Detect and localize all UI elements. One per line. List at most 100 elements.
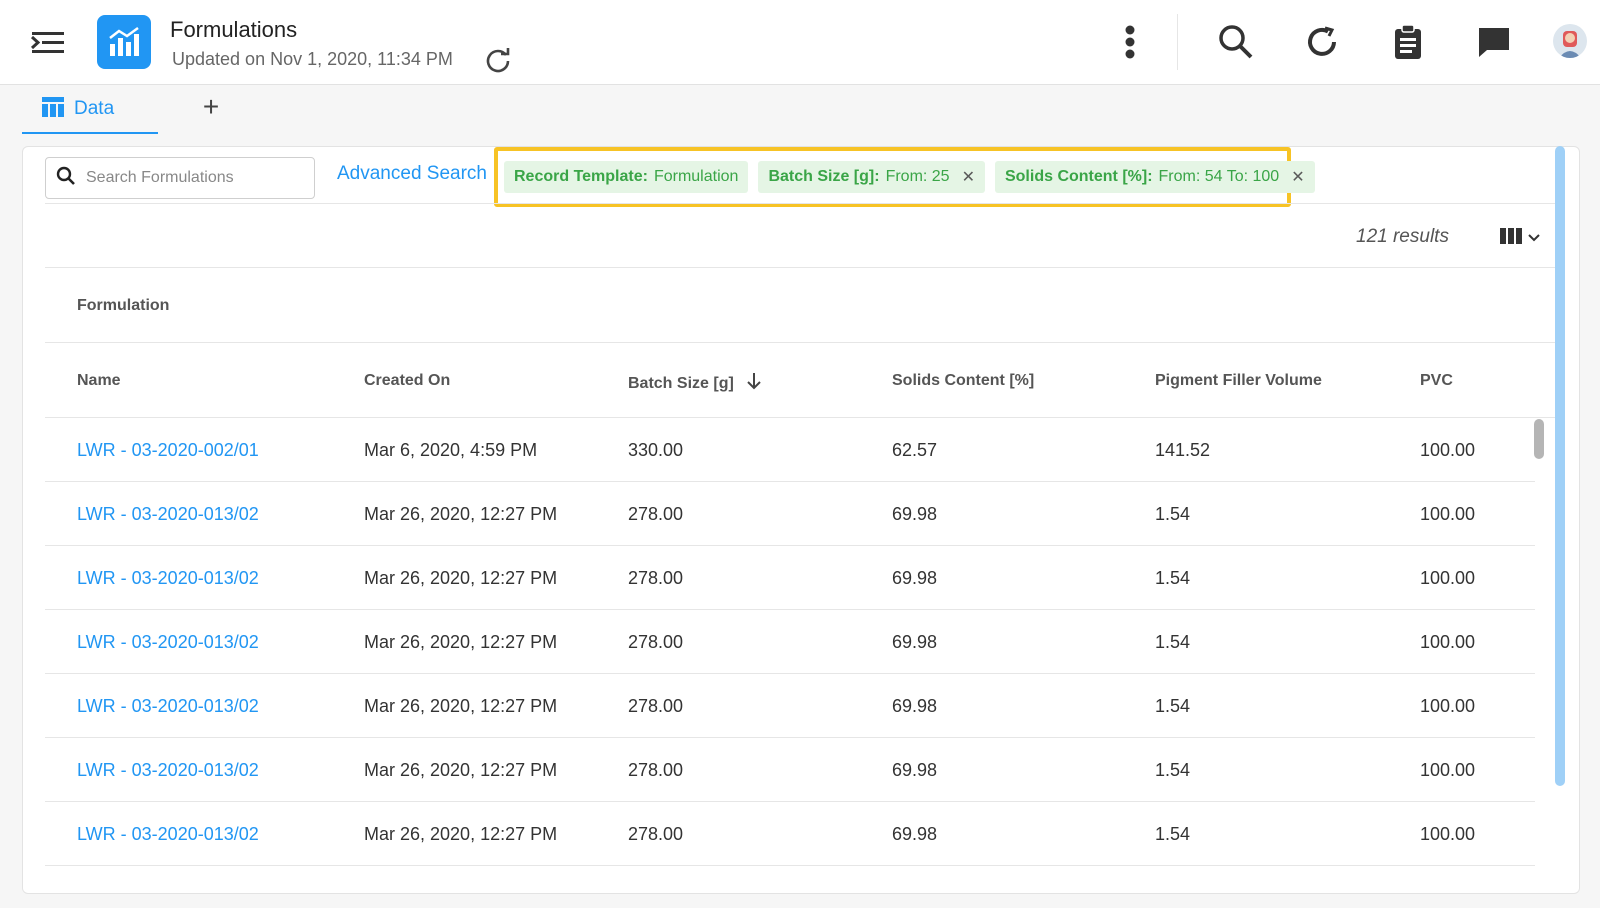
column-header-batch-size[interactable]: Batch Size [g] (628, 372, 762, 395)
column-header-pvc[interactable]: PVC (1420, 372, 1453, 390)
divider (45, 203, 1556, 204)
advanced-search-link[interactable]: Advanced Search (337, 163, 487, 185)
table-icon (42, 96, 64, 122)
solids-content-cell: 69.98 (892, 696, 938, 716)
solids-content-cell: 69.98 (892, 568, 938, 588)
chat-icon[interactable] (1472, 20, 1516, 64)
search-field[interactable] (45, 157, 315, 199)
filter-chip-value: From: 25 (885, 168, 950, 185)
formulation-name-link[interactable]: LWR - 03-2020-013/02 (77, 696, 259, 717)
solids-content-cell: 69.98 (892, 632, 938, 652)
filter-chip-key: Record Template: (514, 168, 648, 185)
column-header-solids-content[interactable]: Solids Content [%] (892, 372, 1034, 390)
page-scrollbar[interactable] (1555, 146, 1565, 786)
app-header: Formulations Updated on Nov 1, 2020, 11:… (0, 0, 1600, 85)
filter-chip-value: Formulation (653, 168, 739, 185)
divider (45, 342, 1556, 343)
batch-size-cell: 278.00 (628, 824, 684, 844)
filter-chip-batch-size[interactable]: Batch Size [g]: From: 25 ✕ (758, 161, 985, 193)
batch-size-cell: 278.00 (628, 696, 684, 716)
column-header-name[interactable]: Name (77, 372, 121, 390)
created-on-cell: Mar 26, 2020, 12:27 PM (364, 696, 558, 716)
formulation-name-link[interactable]: LWR - 03-2020-013/02 (77, 760, 259, 781)
last-updated-text: Updated on Nov 1, 2020, 11:34 PM (172, 49, 453, 69)
formulation-name-link[interactable]: LWR - 03-2020-002/01 (77, 440, 259, 461)
pvc-cell: 100.00 (1420, 440, 1476, 460)
search-icon (56, 166, 76, 191)
filter-chip-value: From: 54 To: 100 (1158, 168, 1280, 185)
clipboard-icon[interactable] (1386, 20, 1430, 64)
results-count: 121 results (1356, 226, 1449, 247)
pigment-filler-volume-cell: 141.52 (1155, 440, 1211, 460)
sync-icon[interactable] (1300, 20, 1344, 64)
page-title: Formulations (170, 17, 298, 42)
solids-content-cell: 69.98 (892, 824, 938, 844)
menu-icon[interactable] (28, 26, 68, 60)
solids-content-cell: 69.98 (892, 760, 938, 780)
batch-size-cell: 330.00 (628, 440, 684, 460)
filter-chip-record-template[interactable]: Record Template: Formulation (504, 161, 749, 193)
batch-size-cell: 278.00 (628, 760, 684, 780)
formulation-name-link[interactable]: LWR - 03-2020-013/02 (77, 568, 259, 589)
plus-icon[interactable]: + (196, 92, 226, 122)
more-vert-icon[interactable] (1108, 20, 1152, 64)
divider (45, 267, 1556, 268)
pigment-filler-volume-cell: 1.54 (1155, 504, 1191, 524)
created-on-cell: Mar 26, 2020, 12:27 PM (364, 632, 558, 652)
created-on-cell: Mar 26, 2020, 12:27 PM (364, 824, 558, 844)
pigment-filler-volume-cell: 1.54 (1155, 760, 1191, 780)
column-header-created-on[interactable]: Created On (364, 372, 450, 390)
solids-content-cell: 62.57 (892, 440, 938, 460)
pvc-cell: 100.00 (1420, 760, 1476, 780)
pigment-filler-volume-cell: 1.54 (1155, 632, 1191, 652)
batch-size-cell: 278.00 (628, 632, 684, 652)
column-picker-button[interactable] (1500, 225, 1550, 251)
pigment-filler-volume-cell: 1.54 (1155, 568, 1191, 588)
formulation-name-link[interactable]: LWR - 03-2020-013/02 (77, 504, 259, 525)
created-on-cell: Mar 26, 2020, 12:27 PM (364, 504, 558, 524)
avatar[interactable] (1553, 24, 1587, 58)
formulation-name-link[interactable]: LWR - 03-2020-013/02 (77, 632, 259, 653)
table-row: LWR - 03-2020-013/02 Mar 26, 2020, 12:27… (45, 674, 1535, 738)
table-row: LWR - 03-2020-013/02 Mar 26, 2020, 12:27… (45, 546, 1535, 610)
batch-size-cell: 278.00 (628, 504, 684, 524)
active-filters: Record Template: Formulation Batch Size … (494, 147, 1315, 207)
group-header: Formulation (77, 297, 170, 314)
close-icon[interactable]: ✕ (1291, 167, 1304, 187)
created-on-cell: Mar 26, 2020, 12:27 PM (364, 760, 558, 780)
solids-content-cell: 69.98 (892, 504, 938, 524)
column-header-label: Batch Size [g] (628, 374, 734, 392)
tab-bar: Data + (0, 86, 1600, 134)
filter-chip-key: Solids Content [%]: (1004, 168, 1153, 185)
table-row: LWR - 03-2020-013/02 Mar 26, 2020, 12:27… (45, 482, 1535, 546)
table-row: LWR - 03-2020-013/02 Mar 26, 2020, 12:27… (45, 610, 1535, 674)
formulation-name-link[interactable]: LWR - 03-2020-013/02 (77, 824, 259, 845)
search-icon[interactable] (1214, 20, 1258, 64)
table-scrollbar[interactable] (1534, 419, 1544, 459)
chevron-down-icon (1528, 229, 1540, 247)
table-row: LWR - 03-2020-013/02 Mar 26, 2020, 12:27… (45, 802, 1535, 866)
results-card: Advanced Search Record Template: Formula… (22, 146, 1580, 894)
close-icon[interactable]: ✕ (962, 167, 975, 187)
pigment-filler-volume-cell: 1.54 (1155, 696, 1191, 716)
table-row: LWR - 03-2020-002/01 Mar 6, 2020, 4:59 P… (45, 418, 1535, 482)
filter-chip-key: Batch Size [g]: (768, 168, 880, 185)
column-header-pigment-filler-volume[interactable]: Pigment Filler Volume (1155, 372, 1322, 390)
tab-data[interactable]: Data (22, 86, 158, 134)
refresh-icon[interactable] (484, 46, 512, 74)
pvc-cell: 100.00 (1420, 504, 1476, 524)
created-on-cell: Mar 26, 2020, 12:27 PM (364, 568, 558, 588)
table-row: LWR - 03-2020-013/02 Mar 26, 2020, 12:27… (45, 738, 1535, 802)
search-input[interactable] (86, 169, 306, 187)
header-divider (1177, 14, 1178, 70)
pvc-cell: 100.00 (1420, 696, 1476, 716)
pvc-cell: 100.00 (1420, 824, 1476, 844)
chart-icon (97, 15, 151, 69)
pvc-cell: 100.00 (1420, 632, 1476, 652)
pigment-filler-volume-cell: 1.54 (1155, 824, 1191, 844)
filter-chip-solids-content[interactable]: Solids Content [%]: From: 54 To: 100 ✕ (994, 161, 1315, 193)
arrow-down-icon (746, 372, 762, 395)
tab-data-label: Data (74, 98, 115, 119)
batch-size-cell: 278.00 (628, 568, 684, 588)
columns-icon (1500, 227, 1522, 249)
